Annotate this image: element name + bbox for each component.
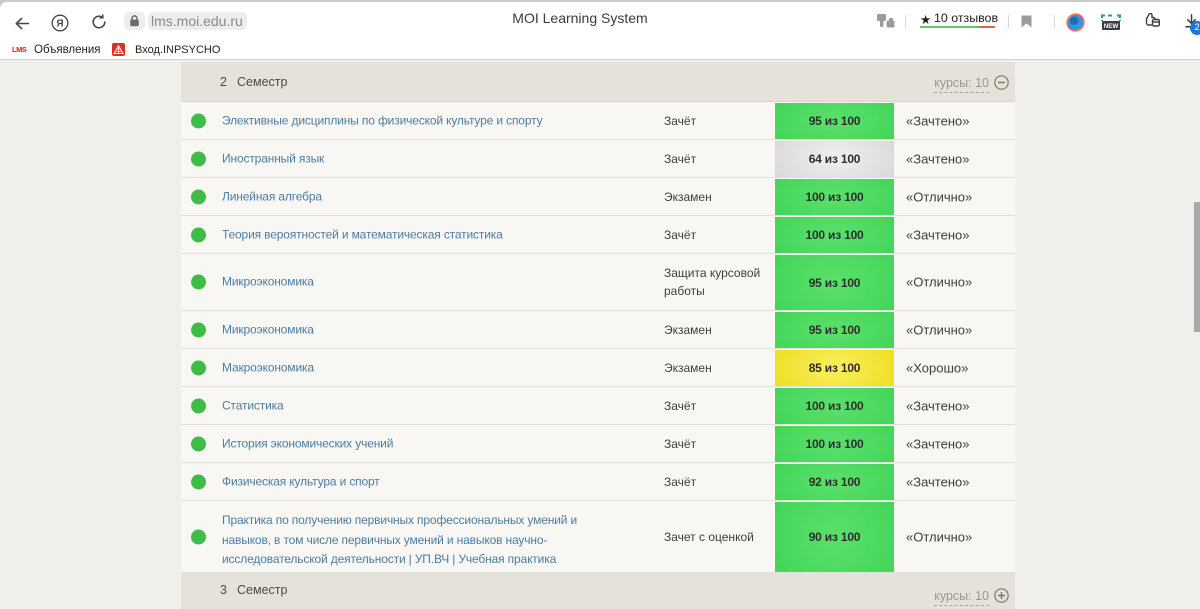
svg-text:NEW: NEW: [1104, 23, 1119, 30]
svg-text:Я: Я: [56, 19, 63, 30]
